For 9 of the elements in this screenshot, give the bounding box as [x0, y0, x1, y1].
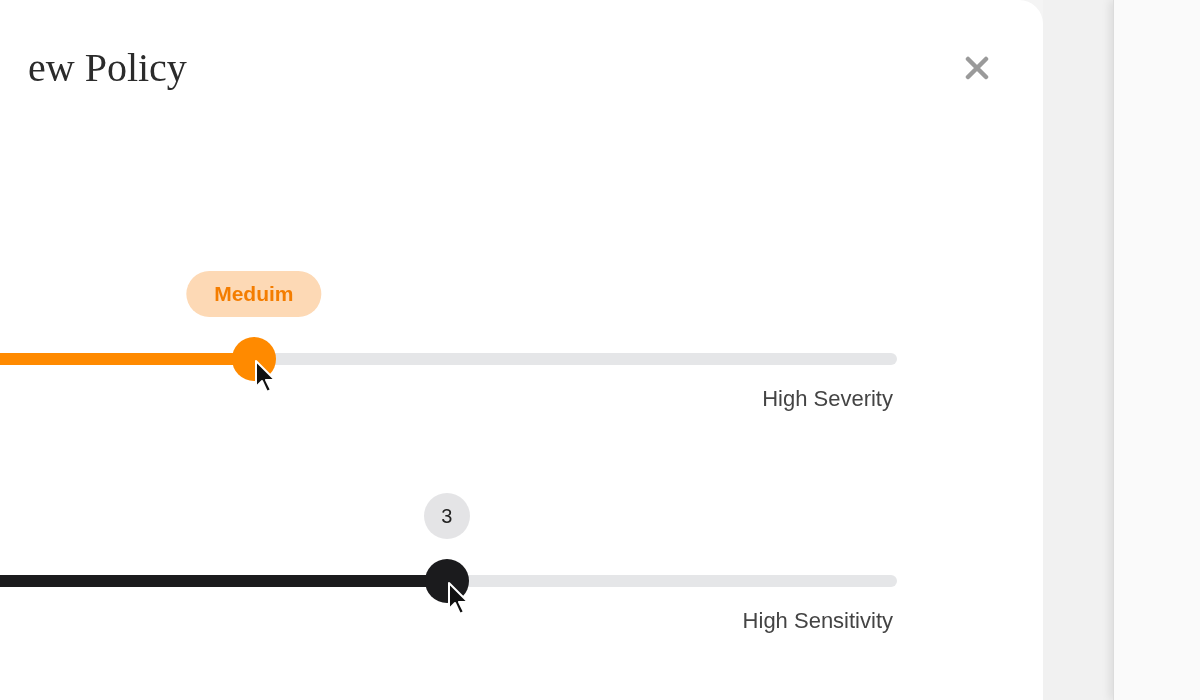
slider-label: High Sensitivity — [742, 609, 894, 633]
close-icon — [965, 56, 989, 80]
value-badge: 3 — [423, 493, 470, 539]
slider-track[interactable] — [0, 575, 897, 587]
value-badge: Meduim — [186, 271, 322, 317]
dialog-title: ew Policy — [27, 44, 187, 92]
slider-label: High Severity — [762, 387, 894, 411]
close-button[interactable] — [963, 54, 991, 82]
slider-track[interactable] — [0, 353, 897, 365]
